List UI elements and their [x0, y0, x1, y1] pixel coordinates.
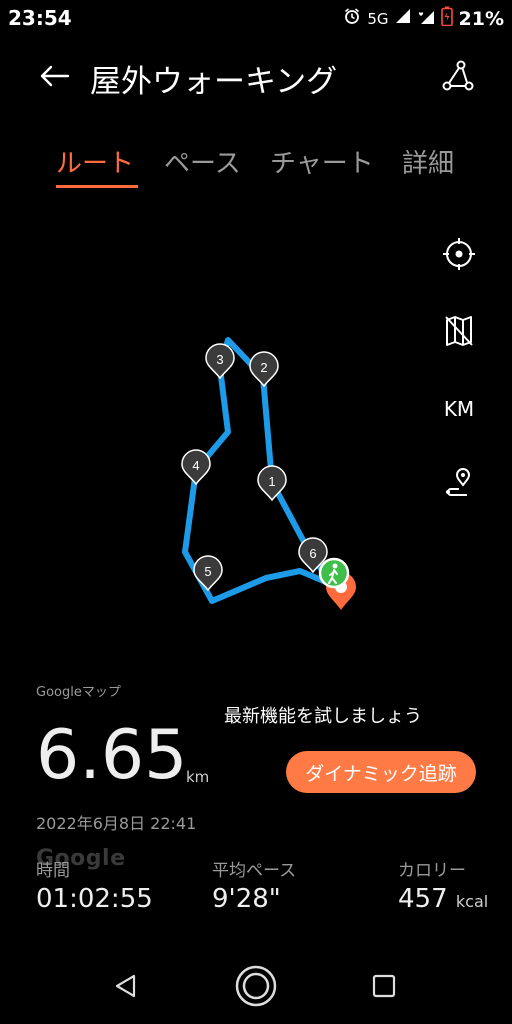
square-recents-icon [370, 972, 398, 1004]
route-pin-icon [443, 467, 475, 503]
calories-number: 457 [398, 884, 448, 914]
route-markers: 1 2 3 4 5 6 [181, 343, 356, 610]
nav-recents-button[interactable] [354, 960, 414, 1016]
nav-back-button[interactable] [96, 960, 156, 1016]
dynamic-tracking-button[interactable]: ダイナミック追跡 [286, 751, 476, 793]
stat-label-calories: カロリー [398, 861, 466, 881]
svg-text:1: 1 [268, 474, 275, 489]
svg-text:2: 2 [260, 360, 267, 375]
route-marker-1: 1 [257, 465, 287, 502]
stat-label-time: 時間 [36, 861, 70, 881]
svg-text:5: 5 [204, 564, 211, 579]
route-marker-2: 2 [249, 351, 279, 388]
map-attribution: Googleマップ [36, 685, 121, 700]
route-replay-button[interactable] [438, 464, 480, 506]
distance-unit: km [186, 768, 210, 786]
triangle-back-icon [112, 972, 140, 1004]
workout-datetime: 2022年6月8日 22:41 [36, 814, 197, 833]
svg-text:4: 4 [192, 458, 199, 473]
route-marker-5: 5 [193, 555, 223, 592]
locate-button[interactable] [438, 235, 480, 277]
svg-text:6: 6 [309, 546, 316, 561]
route-marker-3: 3 [205, 343, 235, 380]
nav-home-button[interactable] [226, 960, 286, 1016]
start-walker-icon [318, 557, 350, 589]
stat-value-calories: 457 kcal [398, 884, 488, 914]
stat-label-pace: 平均ペース [212, 861, 297, 881]
home-circle-icon [234, 964, 278, 1012]
map-off-icon [444, 315, 474, 351]
calories-unit: kcal [455, 892, 489, 911]
promo-text: 最新機能を試しましょう [224, 706, 422, 727]
crosshair-icon [442, 237, 476, 275]
distance-value: 6.65 [36, 716, 188, 795]
stat-value-time: 01:02:55 [36, 884, 153, 914]
stat-value-pace: 9'28" [212, 884, 281, 914]
route-marker-4: 4 [181, 449, 211, 486]
unit-toggle-button[interactable]: KM [438, 388, 480, 430]
map-layer-button[interactable] [438, 312, 480, 354]
svg-text:3: 3 [216, 352, 223, 367]
